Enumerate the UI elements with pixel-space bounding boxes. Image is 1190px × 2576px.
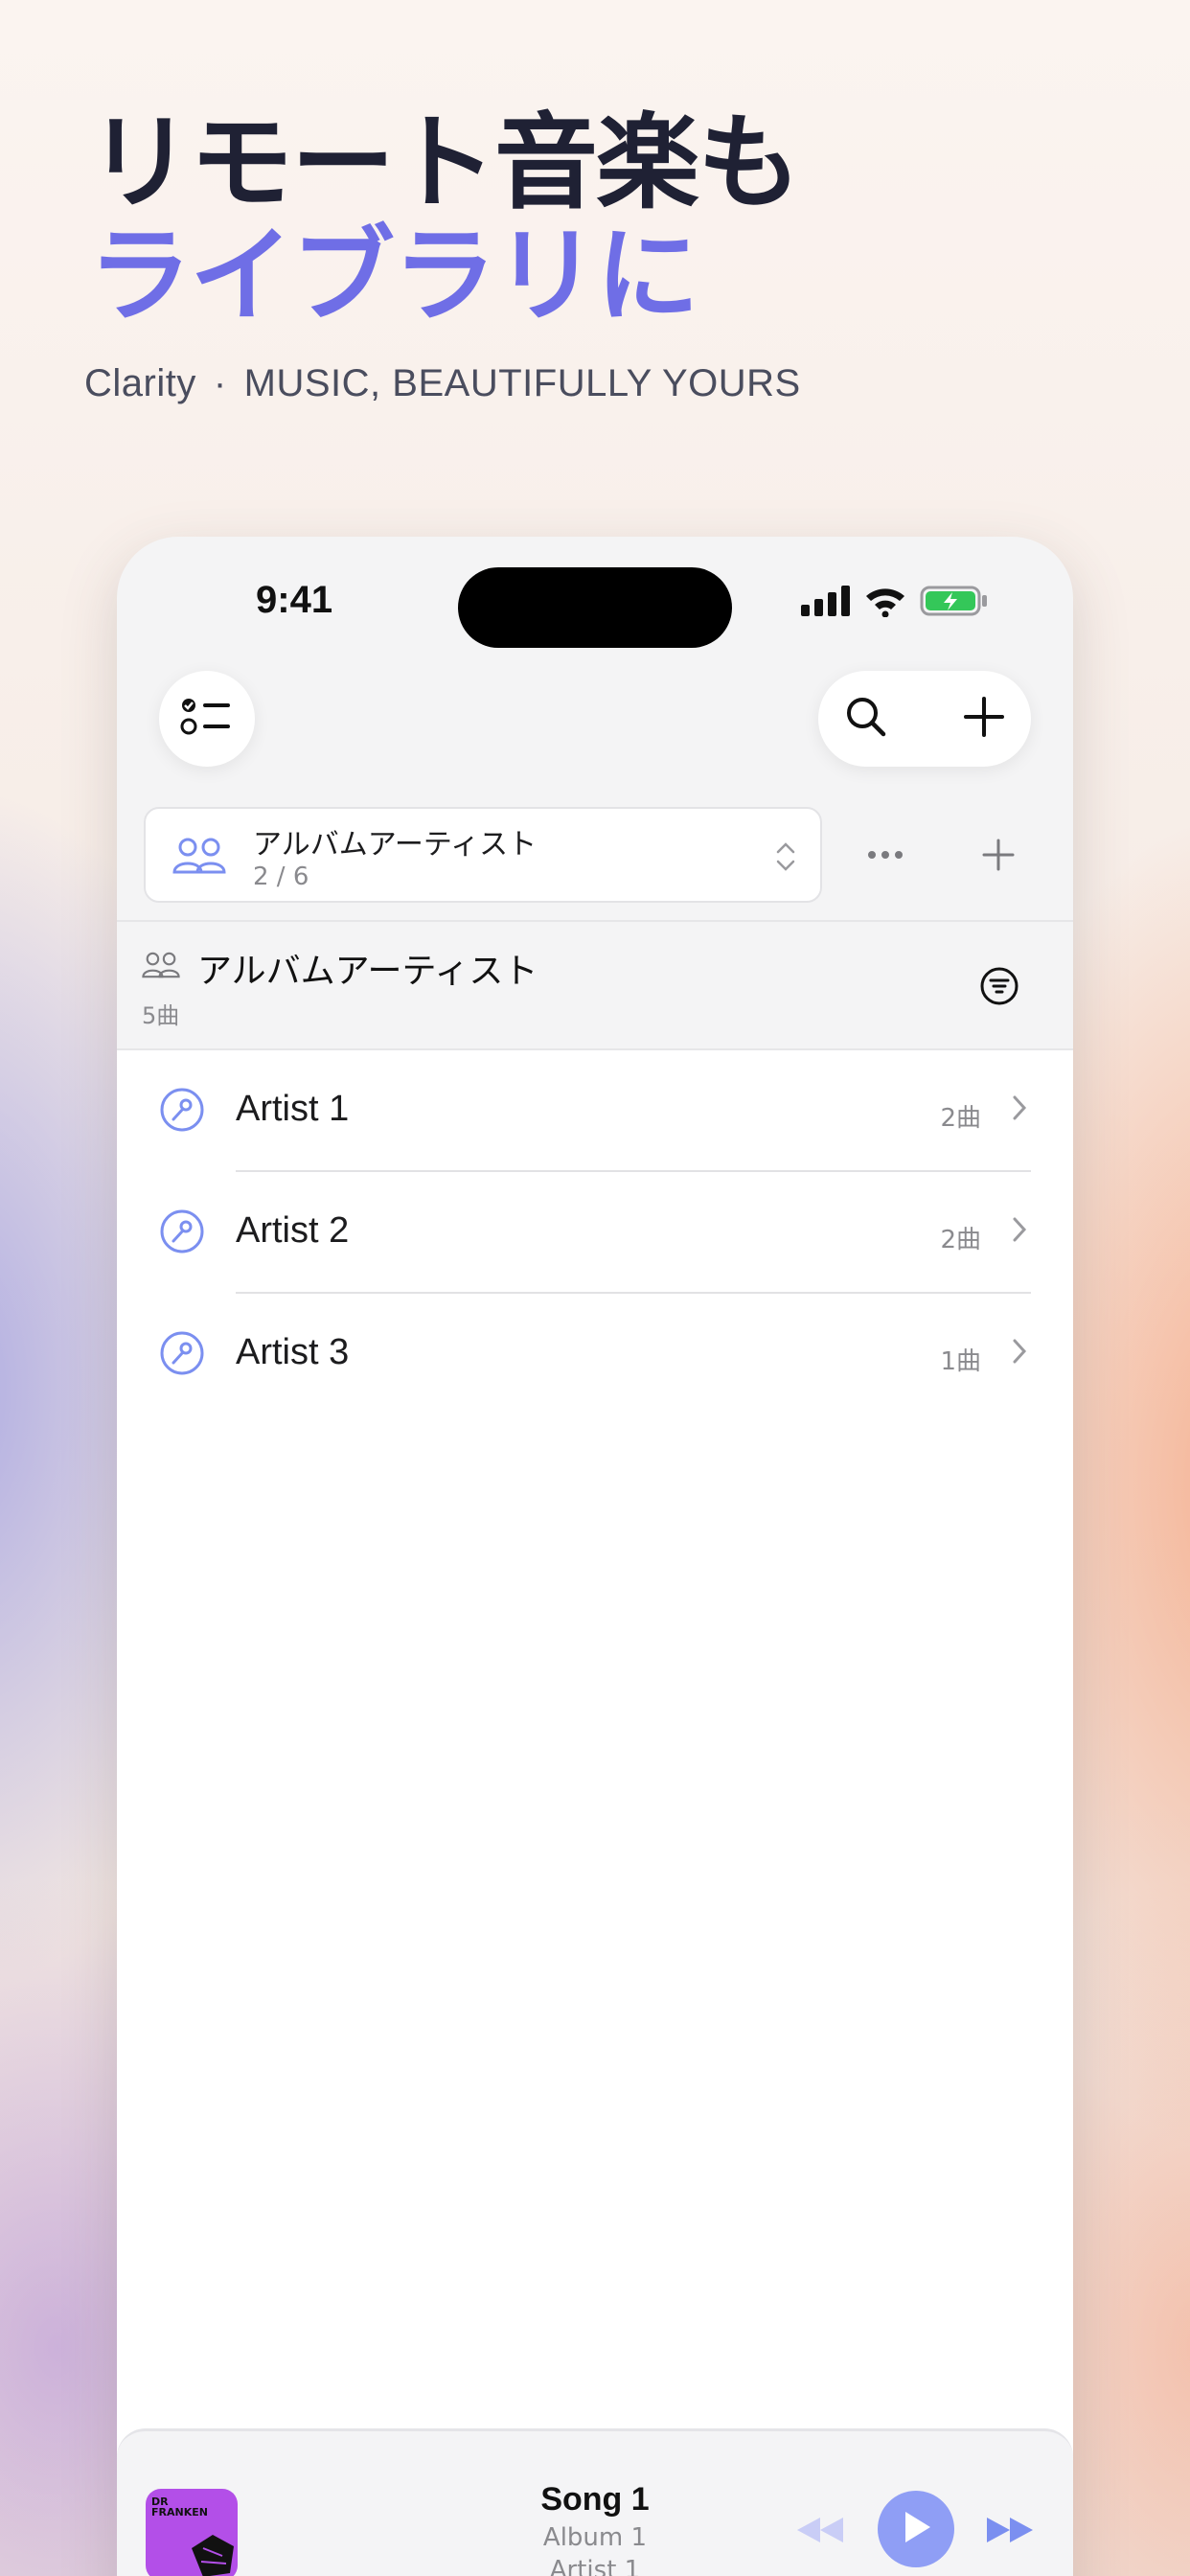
brand-name: Clarity (84, 362, 196, 404)
chevron-right-icon (1010, 1092, 1029, 1127)
status-bar: 9:41 (117, 537, 1073, 671)
toolbar-actions (818, 671, 1031, 767)
microphone-icon (159, 1208, 205, 1258)
selector-subtitle: 2 / 6 (253, 862, 309, 891)
artist-track-count: 2曲 (940, 1226, 981, 1254)
artist-name: Artist 3 (236, 1332, 350, 1372)
artist-name: Artist 1 (236, 1089, 350, 1129)
microphone-icon (159, 1330, 205, 1380)
headline-line-1: リモート音楽も (88, 104, 801, 223)
list-item[interactable]: Artist 1 2曲 (117, 1050, 1073, 1172)
select-mode-button[interactable] (159, 671, 255, 767)
library-view-selector[interactable]: アルバムアーティスト 2 / 6 (144, 807, 822, 903)
tagline: Clarity · MUSIC, BEAUTIFULLY YOURS (84, 362, 801, 405)
dynamic-island (458, 567, 732, 648)
status-time: 9:41 (256, 579, 333, 621)
signal-icon (801, 586, 851, 620)
wifi-icon (864, 585, 906, 621)
rewind-icon[interactable] (793, 2514, 847, 2550)
list-item[interactable]: Artist 2 2曲 (117, 1172, 1073, 1294)
add-icon[interactable] (962, 695, 1006, 743)
play-button[interactable] (878, 2491, 954, 2567)
search-icon[interactable] (843, 694, 889, 744)
play-icon (900, 2509, 932, 2549)
artist-list: Artist 1 2曲 Artist 2 2曲 Artist 3 1曲 (117, 1050, 1073, 2488)
chevron-right-icon (1010, 1336, 1029, 1370)
chevron-right-icon (1010, 1214, 1029, 1249)
checklist-icon (180, 694, 234, 744)
filter-icon[interactable] (979, 966, 1019, 1010)
headline: リモート音楽も ライブラリに (88, 104, 801, 336)
phone-frame: 9:41 アルバムアーティスト 2 / 6 アルバムアーティスト 5曲 Arti… (117, 537, 1073, 2576)
section-header: アルバムアーティスト 5曲 (117, 920, 1073, 1050)
artist-name: Artist 2 (236, 1210, 350, 1251)
more-icon[interactable] (866, 843, 904, 870)
battery-icon (920, 585, 989, 621)
status-icons (801, 585, 989, 621)
people-icon (142, 951, 180, 983)
fast-forward-icon[interactable] (983, 2514, 1037, 2550)
tagline-separator: · (213, 362, 227, 404)
section-count: 5曲 (142, 1002, 180, 1029)
artist-track-count: 2曲 (940, 1104, 981, 1133)
artist-track-count: 1曲 (940, 1347, 981, 1376)
chevron-updown-icon (774, 840, 797, 878)
microphone-icon (159, 1087, 205, 1137)
tagline-text: MUSIC, BEAUTIFULLY YOURS (243, 362, 801, 404)
selector-title: アルバムアーティスト (253, 828, 538, 862)
people-icon (172, 836, 226, 880)
now-playing-bar[interactable]: DR FRANKEN Song 1 Album 1 Artist 1 (117, 2428, 1073, 2576)
add-view-icon[interactable] (981, 838, 1016, 876)
list-item[interactable]: Artist 3 1曲 (117, 1294, 1073, 1415)
section-title: アルバムアーティスト (197, 952, 538, 991)
headline-line-2: ライブラリに (88, 217, 699, 336)
